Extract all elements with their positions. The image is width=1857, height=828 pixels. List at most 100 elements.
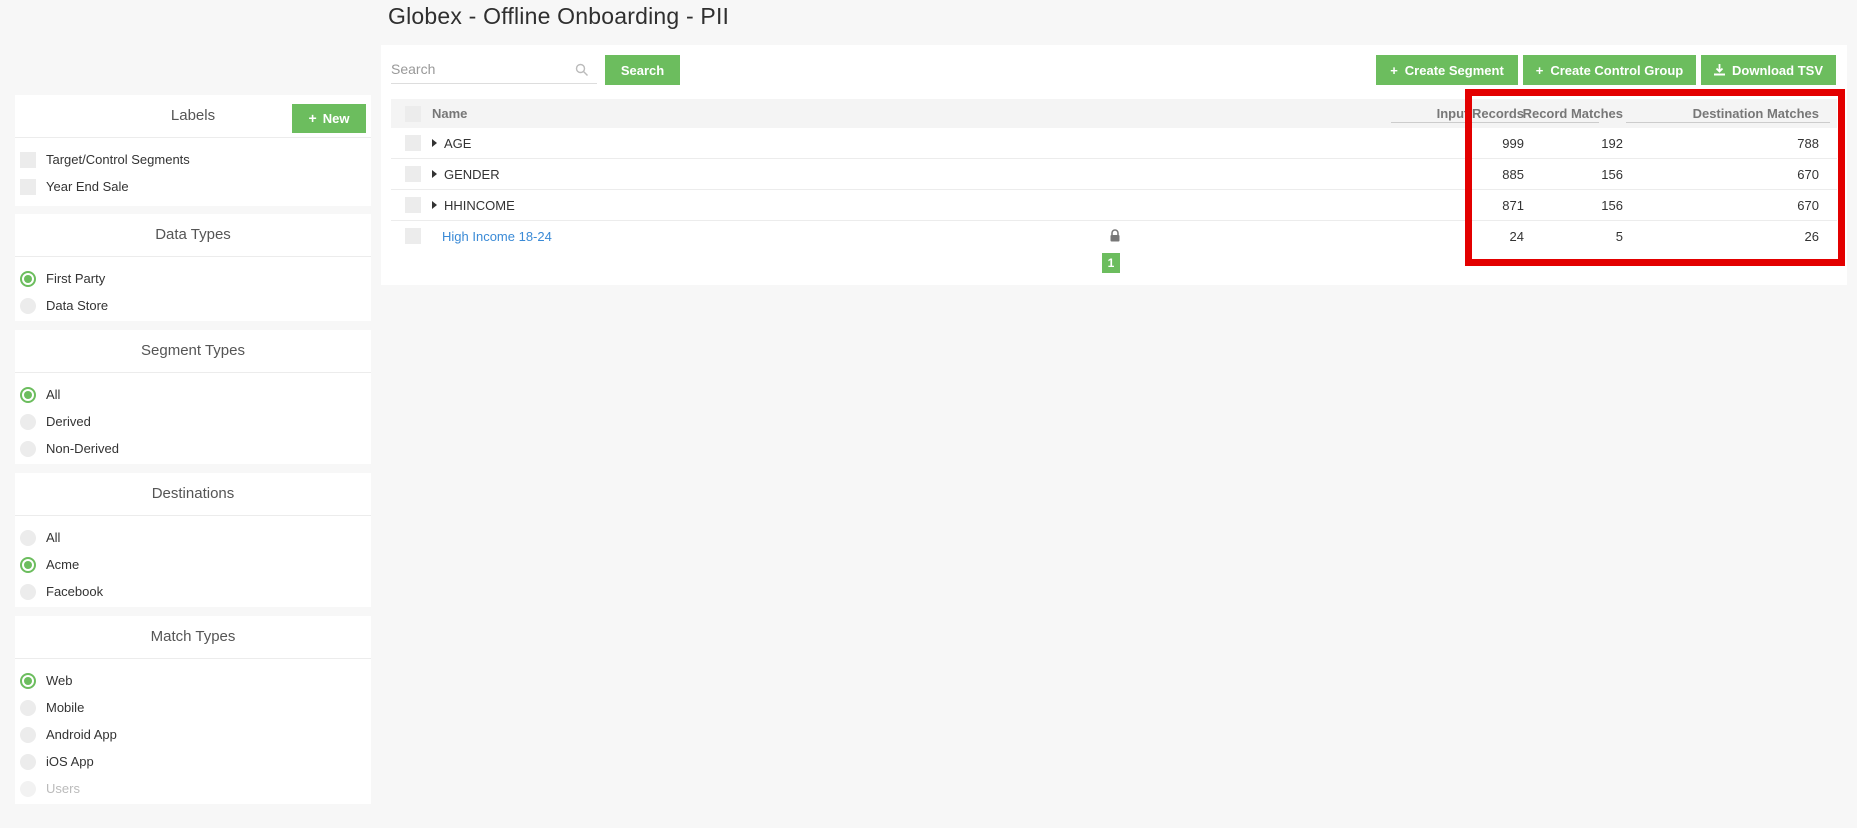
destination-all[interactable]: All bbox=[15, 524, 371, 551]
expand-caret-icon[interactable] bbox=[432, 170, 437, 178]
table-header: Name Input Records Record Matches Destin… bbox=[391, 99, 1837, 128]
label-option-text: Year End Sale bbox=[46, 179, 129, 194]
radio-selected[interactable] bbox=[20, 672, 36, 689]
match-types-title: Match Types bbox=[150, 628, 236, 645]
row-checkbox[interactable] bbox=[405, 135, 421, 151]
row-checkbox[interactable] bbox=[405, 197, 421, 213]
radio[interactable] bbox=[20, 726, 36, 743]
radio-selected[interactable] bbox=[20, 556, 36, 573]
segment-types-panel: Segment Types All Derived Non-Derived bbox=[15, 330, 371, 464]
expand-caret-icon[interactable] bbox=[432, 139, 437, 147]
radio-selected[interactable] bbox=[20, 386, 36, 403]
new-label-button-text: New bbox=[322, 111, 350, 126]
radio-selected[interactable] bbox=[20, 270, 36, 287]
row-checkbox-cell bbox=[405, 128, 421, 158]
table-row[interactable]: GENDER 885 156 670 bbox=[391, 159, 1837, 190]
segments-panel: Search + Create Segment + Create Control… bbox=[381, 45, 1847, 285]
checkbox[interactable] bbox=[20, 178, 36, 195]
label-option-text: Target/Control Segments bbox=[46, 152, 190, 167]
download-tsv-button[interactable]: Download TSV bbox=[1701, 55, 1836, 85]
radio[interactable] bbox=[20, 440, 36, 457]
table-row[interactable]: HHINCOME 871 156 670 bbox=[391, 190, 1837, 221]
plus-icon: + bbox=[1535, 62, 1544, 78]
match-type-ios-app[interactable]: iOS App bbox=[15, 748, 371, 775]
pagination-page-1[interactable]: 1 bbox=[1102, 253, 1120, 273]
radio[interactable] bbox=[20, 583, 36, 600]
match-type-mobile[interactable]: Mobile bbox=[15, 694, 371, 721]
option-text: Mobile bbox=[46, 700, 85, 715]
row-checkbox-cell bbox=[405, 190, 421, 220]
create-control-group-button[interactable]: + Create Control Group bbox=[1523, 55, 1696, 85]
search-button[interactable]: Search bbox=[605, 55, 680, 85]
expand-caret-icon[interactable] bbox=[432, 201, 437, 209]
create-control-group-text: Create Control Group bbox=[1550, 62, 1684, 78]
labels-title: Labels bbox=[170, 107, 216, 124]
radio-disabled bbox=[20, 780, 36, 797]
row-destination-matches: 26 bbox=[1804, 228, 1819, 244]
option-text: Users bbox=[46, 781, 80, 796]
radio[interactable] bbox=[20, 699, 36, 716]
select-all-checkbox[interactable] bbox=[405, 105, 421, 122]
row-checkbox-cell bbox=[405, 221, 421, 251]
column-header-record-matches[interactable]: Record Matches bbox=[1483, 99, 1623, 128]
row-destination-matches: 788 bbox=[1797, 135, 1819, 151]
match-type-android-app[interactable]: Android App bbox=[15, 721, 371, 748]
match-types-header: Match Types bbox=[15, 616, 371, 659]
radio[interactable] bbox=[20, 529, 36, 546]
option-text: Web bbox=[46, 673, 73, 688]
new-label-button[interactable]: + New bbox=[292, 104, 366, 133]
row-name-cell: AGE bbox=[432, 128, 471, 158]
column-header-destination-matches[interactable]: Destination Matches bbox=[1659, 99, 1819, 128]
radio[interactable] bbox=[20, 753, 36, 770]
table-row[interactable]: AGE 999 192 788 bbox=[391, 128, 1837, 159]
match-type-web[interactable]: Web bbox=[15, 667, 371, 694]
radio[interactable] bbox=[20, 413, 36, 430]
segment-link[interactable]: High Income 18-24 bbox=[442, 229, 552, 244]
option-text: All bbox=[46, 530, 61, 545]
option-text: Data Store bbox=[46, 298, 109, 313]
row-name-cell: GENDER bbox=[432, 159, 500, 189]
row-checkbox-cell bbox=[405, 159, 421, 189]
option-text: All bbox=[46, 387, 61, 402]
column-header-name[interactable]: Name bbox=[432, 99, 467, 128]
label-option-target-control[interactable]: Target/Control Segments bbox=[15, 146, 371, 173]
checkbox[interactable] bbox=[20, 151, 36, 168]
row-record-matches: 156 bbox=[1601, 166, 1623, 182]
data-types-title: Data Types bbox=[155, 226, 231, 243]
data-types-header: Data Types bbox=[15, 214, 371, 257]
data-type-data-store[interactable]: Data Store bbox=[15, 292, 371, 319]
option-text: Android App bbox=[46, 727, 117, 742]
header-checkbox-cell bbox=[405, 99, 421, 128]
plus-icon: + bbox=[1390, 62, 1398, 78]
row-name-cell: High Income 18-24 bbox=[432, 221, 552, 251]
search-box bbox=[391, 57, 597, 84]
destination-facebook[interactable]: Facebook bbox=[15, 578, 371, 605]
search-icon bbox=[575, 63, 588, 76]
create-segment-button[interactable]: + Create Segment bbox=[1376, 55, 1518, 85]
destination-acme[interactable]: Acme bbox=[15, 551, 371, 578]
row-checkbox[interactable] bbox=[405, 166, 421, 182]
segment-types-title: Segment Types bbox=[141, 342, 245, 359]
match-type-users: Users bbox=[15, 775, 371, 802]
segment-type-all[interactable]: All bbox=[15, 381, 371, 408]
labels-panel: Labels + New Target/Control Segments Yea… bbox=[15, 95, 371, 206]
page-title: Globex - Offline Onboarding - PII bbox=[388, 3, 730, 29]
row-name: HHINCOME bbox=[444, 197, 515, 213]
segment-type-derived[interactable]: Derived bbox=[15, 408, 371, 435]
label-option-year-end-sale[interactable]: Year End Sale bbox=[15, 173, 371, 200]
row-checkbox[interactable] bbox=[405, 228, 421, 244]
radio[interactable] bbox=[20, 297, 36, 314]
download-tsv-text: Download TSV bbox=[1732, 62, 1823, 78]
option-text: iOS App bbox=[46, 754, 94, 769]
data-types-panel: Data Types First Party Data Store bbox=[15, 214, 371, 321]
row-name-cell: HHINCOME bbox=[432, 190, 515, 220]
lock-icon bbox=[1110, 229, 1120, 242]
data-type-first-party[interactable]: First Party bbox=[15, 265, 371, 292]
search-input[interactable] bbox=[391, 57, 571, 81]
plus-icon: + bbox=[308, 110, 317, 126]
row-destination-matches: 670 bbox=[1797, 197, 1819, 213]
option-text: First Party bbox=[46, 271, 106, 286]
table-row[interactable]: High Income 18-24 24 5 26 bbox=[391, 221, 1837, 251]
segment-type-non-derived[interactable]: Non-Derived bbox=[15, 435, 371, 462]
row-record-matches: 5 bbox=[1615, 228, 1623, 244]
